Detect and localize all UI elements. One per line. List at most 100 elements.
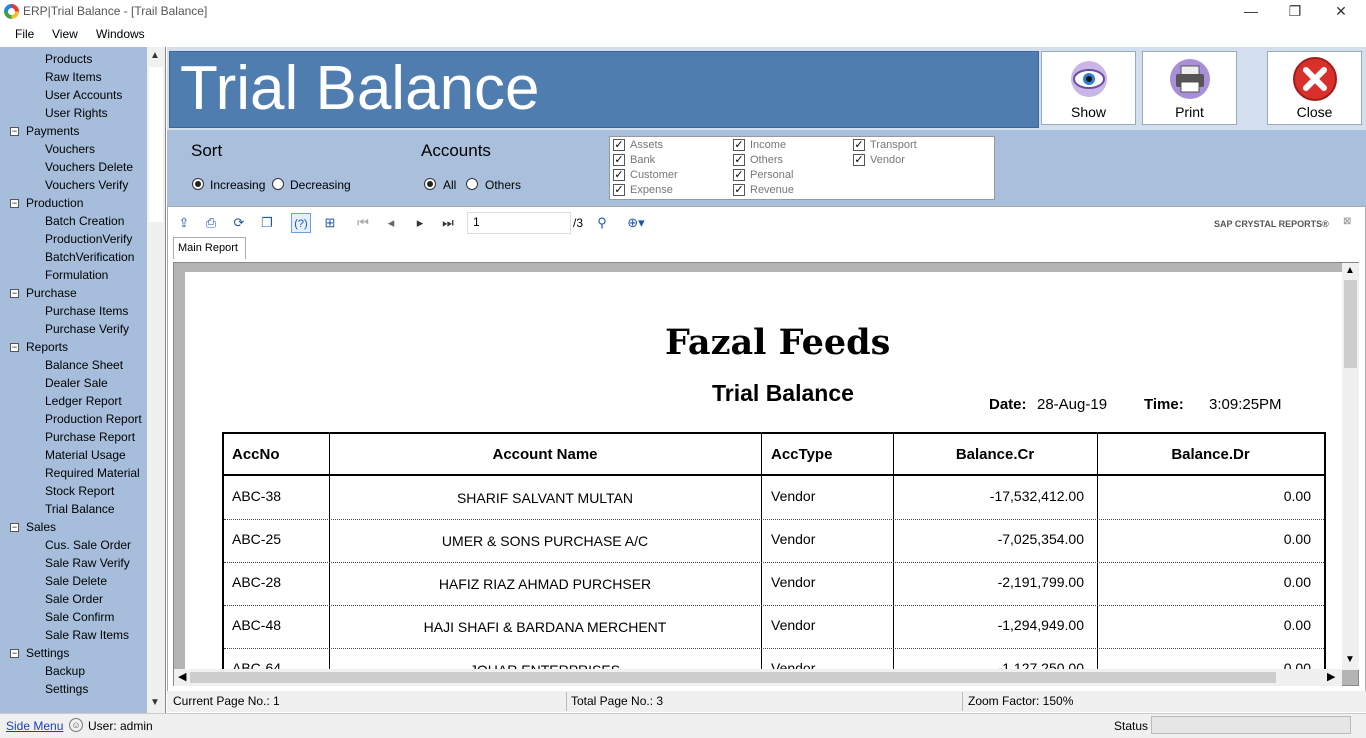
sidebar-item[interactable]: BatchVerification (45, 250, 134, 264)
restore-button[interactable]: ❐ (1272, 0, 1318, 24)
accounts-others-radio[interactable] (466, 178, 478, 190)
sidebar-item[interactable]: Raw Items (45, 70, 102, 84)
sidebar-group[interactable]: Sales (26, 520, 56, 534)
sidebar-item[interactable]: Vouchers (45, 142, 95, 156)
prev-page-icon[interactable]: ◂ (381, 213, 401, 233)
sidebar-item[interactable]: Production Report (45, 412, 142, 426)
close-window-button[interactable]: ✕ (1318, 0, 1364, 24)
table-cell: SHARIF SALVANT MULTAN (456, 490, 634, 506)
sort-decreasing-radio[interactable] (272, 178, 284, 190)
account-type-checkbox[interactable]: ✓ (613, 154, 625, 166)
sidebar-item[interactable]: Vouchers Delete (45, 160, 133, 174)
sidebar-group[interactable]: Production (26, 196, 83, 210)
find-icon[interactable]: ⚲ (592, 213, 612, 233)
print-report-icon[interactable]: ⎙ (201, 213, 221, 233)
sidebar-group[interactable]: Reports (26, 340, 68, 354)
sidebar-item[interactable]: Dealer Sale (45, 376, 108, 390)
collapse-icon[interactable]: − (10, 289, 19, 298)
sort-increasing-radio[interactable] (192, 178, 204, 190)
date-label: Date: (989, 396, 1027, 413)
copy-icon[interactable]: ❐ (257, 213, 277, 233)
sidebar-item[interactable]: Sale Order (45, 592, 103, 606)
sidebar-item[interactable]: Cus. Sale Order (45, 538, 131, 552)
scroll-up-icon[interactable]: ▲ (150, 50, 160, 61)
sidebar-item[interactable]: User Rights (45, 106, 108, 120)
sidebar-item[interactable]: Required Material (45, 466, 140, 480)
sidebar-scroll-thumb[interactable] (149, 67, 163, 222)
page-number-input[interactable]: 1 (467, 212, 571, 234)
sidebar-item[interactable]: Batch Creation (45, 214, 124, 228)
next-page-icon[interactable]: ▸ (410, 213, 430, 233)
menu-windows[interactable]: Windows (96, 27, 145, 41)
report-vscroll-thumb[interactable] (1344, 280, 1357, 368)
account-type-checkbox[interactable]: ✓ (733, 169, 745, 181)
sidebar-item[interactable]: User Accounts (45, 88, 122, 102)
total-pages-status: Total Page No.: 3 (571, 694, 664, 708)
export-icon[interactable]: ⇪ (174, 213, 194, 233)
account-type-checkbox[interactable]: ✓ (733, 139, 745, 151)
collapse-icon[interactable]: − (10, 649, 19, 658)
group-tree-icon[interactable]: ⊞ (320, 213, 340, 233)
sidebar-item[interactable]: Products (45, 52, 92, 66)
help-icon[interactable]: (?) (291, 213, 311, 233)
last-page-icon[interactable]: ⏭ (438, 213, 458, 233)
status-progress (1151, 716, 1351, 734)
sidebar-item[interactable]: Purchase Verify (45, 322, 129, 336)
account-type-checkbox[interactable]: ✓ (733, 154, 745, 166)
sidebar-item[interactable]: ProductionVerify (45, 232, 132, 246)
sidebar-item[interactable]: Purchase Items (45, 304, 128, 318)
print-button[interactable]: Print (1142, 51, 1237, 125)
sidebar-item[interactable]: Sale Confirm (45, 610, 114, 624)
sidebar-group[interactable]: Settings (26, 646, 69, 660)
close-icon (1293, 57, 1337, 101)
sidebar-group[interactable]: Purchase (26, 286, 77, 300)
sidebar-item[interactable]: Material Usage (45, 448, 126, 462)
printer-icon (1170, 59, 1210, 99)
sidebar-item[interactable]: Trial Balance (45, 502, 115, 516)
first-page-icon[interactable]: ⏮ (353, 213, 373, 233)
collapse-icon[interactable]: − (10, 127, 19, 136)
sidebar-item[interactable]: Settings (45, 682, 88, 696)
tab-main-report[interactable]: Main Report (173, 237, 246, 259)
account-type-checkbox[interactable]: ✓ (613, 139, 625, 151)
account-type-checkbox[interactable]: ✓ (613, 169, 625, 181)
account-type-checkbox[interactable]: ✓ (853, 139, 865, 151)
brand-close-icon[interactable]: ⊠ (1343, 216, 1351, 227)
sidebar-item[interactable]: Sale Delete (45, 574, 107, 588)
table-cell: 0.00 (1283, 574, 1311, 590)
vscroll-up-icon[interactable]: ▲ (1345, 265, 1355, 276)
scroll-down-icon[interactable]: ▼ (150, 697, 160, 708)
sidebar-item[interactable]: Sale Raw Items (45, 628, 129, 642)
sidebar-item[interactable]: Balance Sheet (45, 358, 123, 372)
zoom-icon[interactable]: ⊕▾ (622, 213, 650, 233)
sidebar-item[interactable]: Formulation (45, 268, 108, 282)
collapse-icon[interactable]: − (10, 199, 19, 208)
sidebar-item[interactable]: Ledger Report (45, 394, 122, 408)
account-type-checkbox[interactable]: ✓ (853, 154, 865, 166)
table-cell: 0.00 (1283, 531, 1311, 547)
accounts-all-radio[interactable] (424, 178, 436, 190)
collapse-icon[interactable]: − (10, 343, 19, 352)
sidebar-item[interactable]: Backup (45, 664, 85, 678)
sidebar-item[interactable]: Vouchers Verify (45, 178, 128, 192)
menu-file[interactable]: File (15, 27, 34, 41)
collapse-icon[interactable]: − (10, 523, 19, 532)
column-header: Account Name (492, 446, 598, 463)
account-type-checkbox[interactable]: ✓ (613, 184, 625, 196)
sidebar-group[interactable]: Payments (26, 124, 79, 138)
account-type-checkbox[interactable]: ✓ (733, 184, 745, 196)
hscroll-left-icon[interactable]: ◀ (178, 670, 186, 683)
hscroll-right-icon[interactable]: ▶ (1327, 670, 1335, 683)
vscroll-down-icon[interactable]: ▼ (1345, 654, 1355, 665)
close-button[interactable]: Close (1267, 51, 1362, 125)
sidebar-item[interactable]: Purchase Report (45, 430, 135, 444)
side-menu-link[interactable]: Side Menu (6, 719, 63, 733)
minimize-button[interactable]: — (1228, 0, 1274, 24)
header-underline (222, 474, 1326, 476)
sidebar-item[interactable]: Stock Report (45, 484, 114, 498)
refresh-icon[interactable]: ⟳ (229, 213, 249, 233)
show-button[interactable]: Show (1041, 51, 1136, 125)
sidebar-item[interactable]: Sale Raw Verify (45, 556, 130, 570)
menu-view[interactable]: View (52, 27, 78, 41)
report-hscroll-thumb[interactable] (190, 672, 1276, 683)
